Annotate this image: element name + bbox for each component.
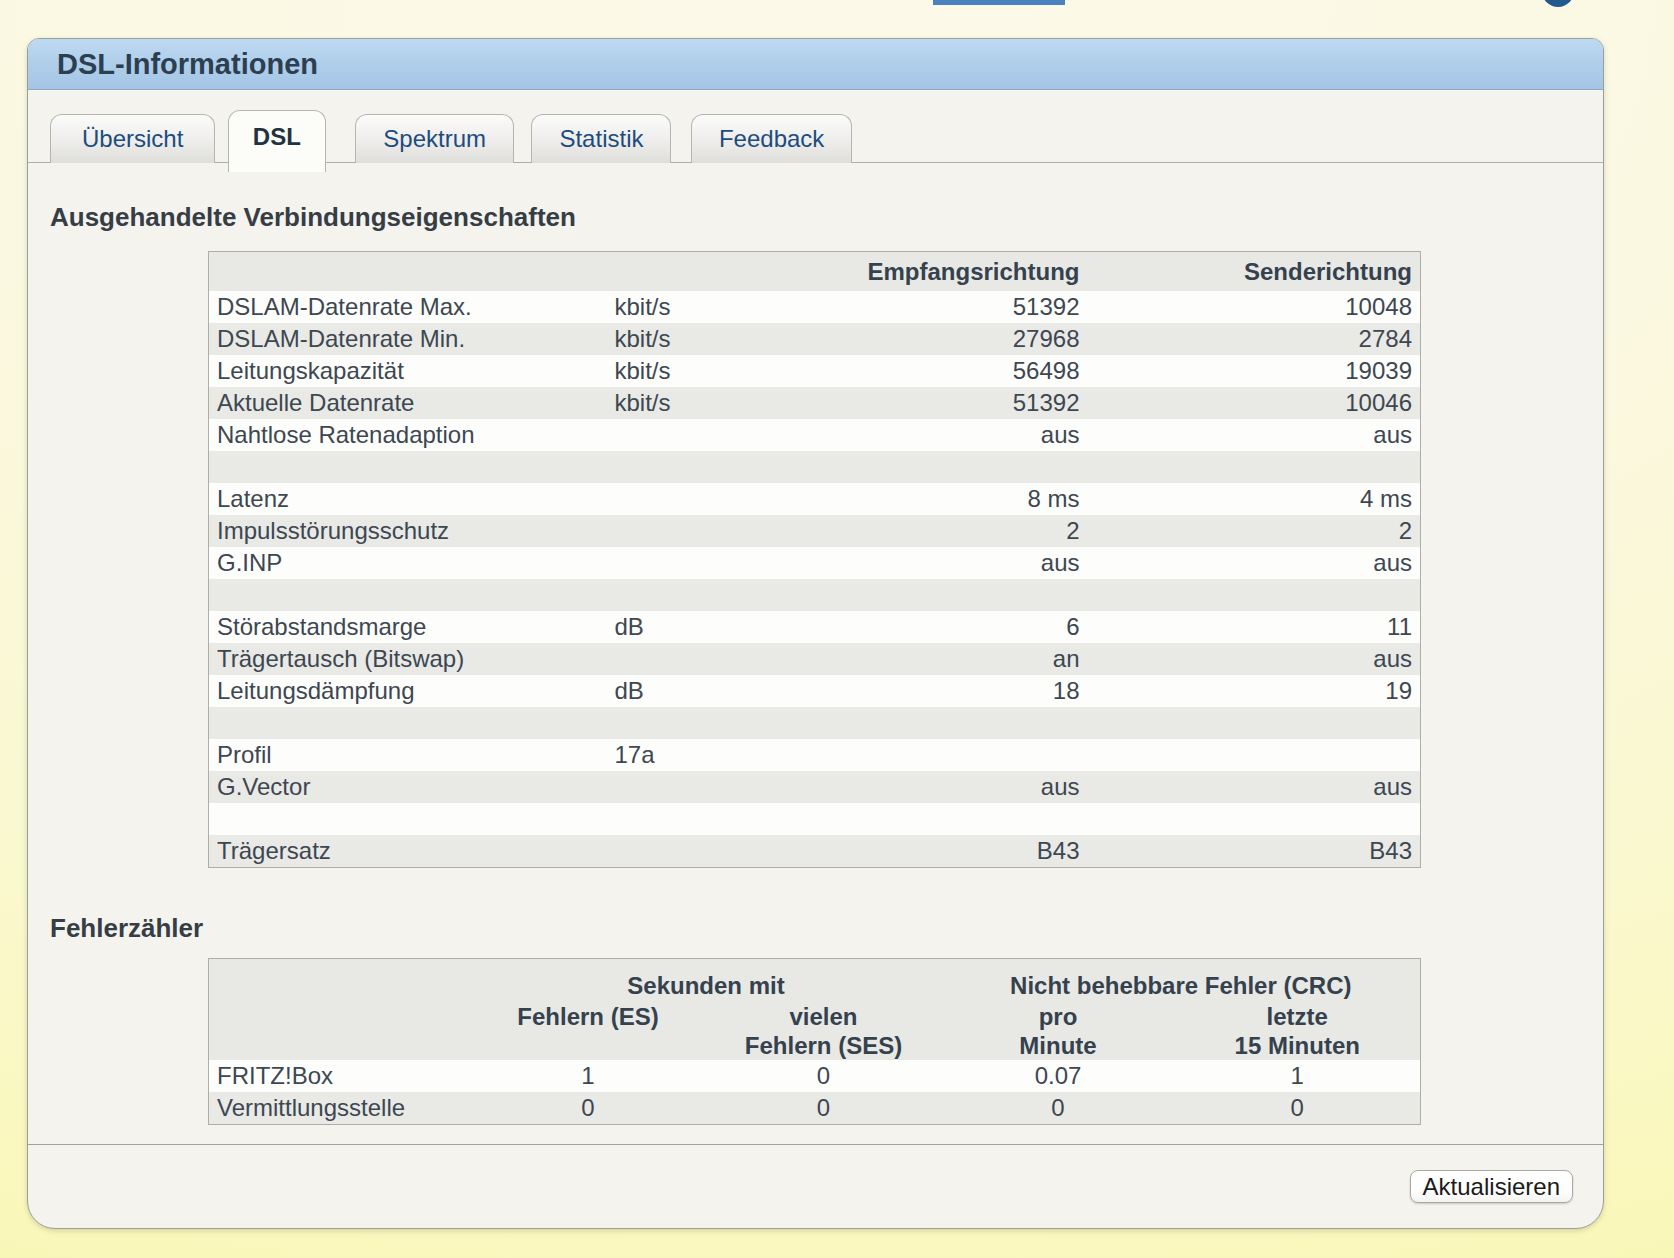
table-row: G.INPausaus (209, 547, 1421, 579)
group-header-crc: Nicht behebbare Fehler (CRC) (942, 958, 1421, 1002)
table-row-empty (209, 707, 1421, 739)
table-row: Nahtlose Ratenadaptionausaus (209, 419, 1421, 451)
group-header-seconds: Sekunden mit (471, 958, 942, 1002)
window-footer: Aktualisieren (28, 1144, 1603, 1228)
table-group-header-row: Sekunden mit Nicht behebbare Fehler (CRC… (209, 958, 1421, 1002)
tab-spektrum[interactable]: Spektrum (355, 114, 514, 163)
table-row: TrägersatzB43B43 (209, 835, 1421, 867)
dsl-information-window: DSL-Informationen Übersicht DSL Spektrum… (27, 38, 1604, 1229)
tab-dsl[interactable]: DSL (228, 110, 326, 172)
column-header-senderichtung: Senderichtung (1088, 251, 1421, 291)
table-row-empty (209, 451, 1421, 483)
tab-statistik[interactable]: Statistik (531, 114, 671, 163)
connection-section-heading: Ausgehandelte Verbindungseigenschaften (50, 203, 1603, 233)
table-header-row: Empfangsrichtung Senderichtung (209, 251, 1421, 291)
page-top-button-fragment (933, 0, 1065, 5)
tab-feedback[interactable]: Feedback (691, 114, 852, 163)
column-header-per-minute: proMinute (942, 1002, 1175, 1060)
window-titlebar: DSL-Informationen (28, 39, 1603, 90)
table-row: Leitungskapazitätkbit/s5649819039 (209, 355, 1421, 387)
tab-uebersicht[interactable]: Übersicht (50, 114, 215, 163)
table-row: Aktuelle Datenratekbit/s5139210046 (209, 387, 1421, 419)
column-header-empfangsrichtung: Empfangsrichtung (858, 251, 1088, 291)
help-icon-fragment (1542, 0, 1574, 7)
refresh-button[interactable]: Aktualisieren (1410, 1170, 1573, 1203)
table-row: Profil17a (209, 739, 1421, 771)
table-row: Impulsstörungsschutz22 (209, 515, 1421, 547)
page-title: DSL-Informationen (57, 48, 318, 81)
column-header-last-15-min: letzte15 Minuten (1175, 1002, 1421, 1060)
tab-bar: Übersicht DSL Spektrum Statistik Feedbac… (28, 90, 1603, 163)
table-subheader-row: Fehlern (ES) vielenFehlern (SES) proMinu… (209, 1002, 1421, 1060)
table-row: FRITZ!Box 1 0 0.07 1 (209, 1060, 1421, 1092)
table-row-empty (209, 579, 1421, 611)
table-row: Vermittlungsstelle 0 0 0 0 (209, 1092, 1421, 1124)
errors-section-heading: Fehlerzähler (50, 914, 1603, 944)
table-row: StörabstandsmargedB611 (209, 611, 1421, 643)
error-counter-table: Sekunden mit Nicht behebbare Fehler (CRC… (208, 958, 1421, 1125)
table-row: LeitungsdämpfungdB1819 (209, 675, 1421, 707)
table-row-empty (209, 803, 1421, 835)
table-row: G.Vectorausaus (209, 771, 1421, 803)
table-row: DSLAM-Datenrate Max.kbit/s5139210048 (209, 291, 1421, 323)
column-header-ses: vielenFehlern (SES) (706, 1002, 942, 1060)
table-row: DSLAM-Datenrate Min.kbit/s279682784 (209, 323, 1421, 355)
connection-properties-table: Empfangsrichtung Senderichtung DSLAM-Dat… (208, 251, 1421, 868)
column-header-es: Fehlern (ES) (471, 1002, 706, 1060)
table-row: Latenz8 ms4 ms (209, 483, 1421, 515)
table-row: Trägertausch (Bitswap)anaus (209, 643, 1421, 675)
